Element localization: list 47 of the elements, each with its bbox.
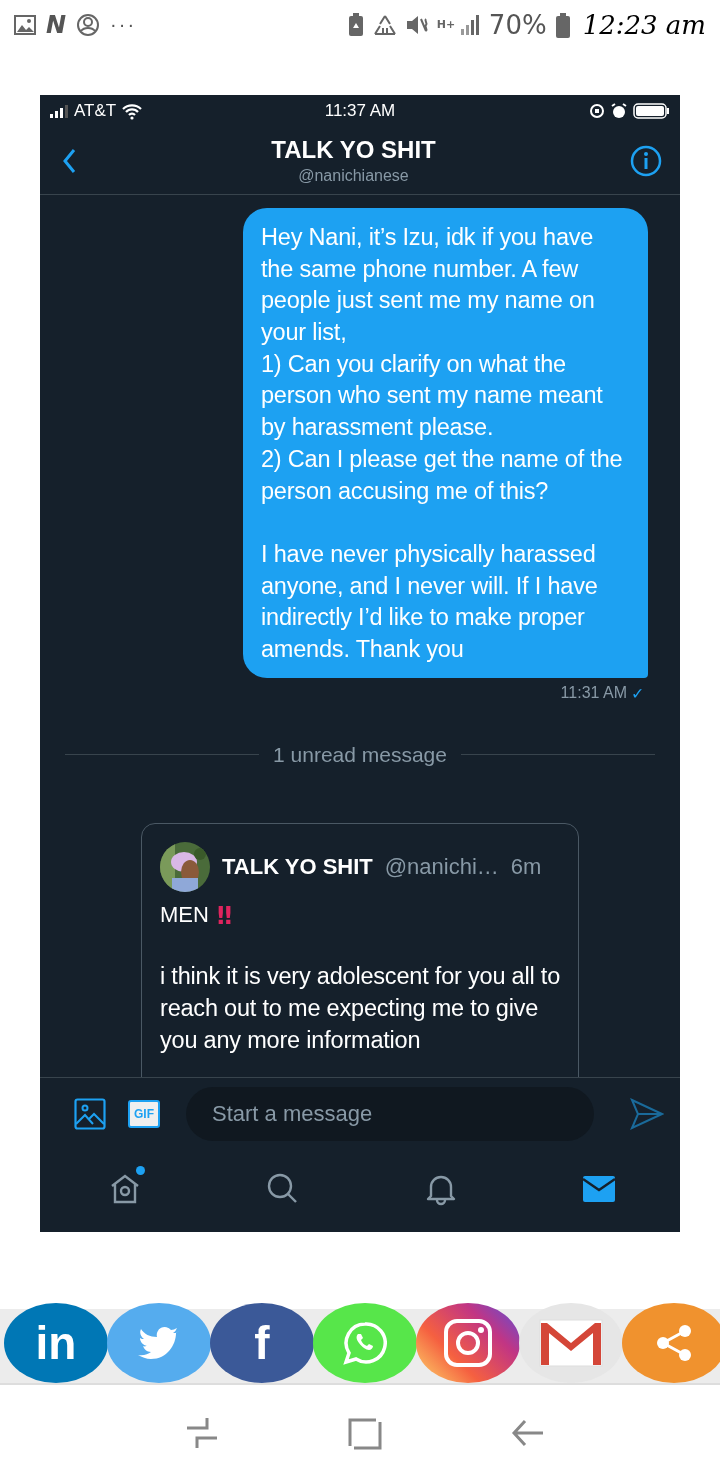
battery-percent: 70% [488, 10, 547, 40]
tweet-author-name: TALK YO SHIT [222, 853, 373, 880]
app-notification-icon: N [46, 11, 67, 39]
tweet-text: i think it is very adolescent for you all to reach out to me expecting me to give you any more information [160, 961, 562, 1055]
back-button[interactable] [62, 147, 77, 174]
send-button[interactable] [630, 1097, 664, 1130]
message-input[interactable]: Start a message [186, 1086, 594, 1141]
signal-icon [50, 104, 68, 118]
alarm-icon [611, 103, 627, 120]
linkedin-share-button[interactable]: in [4, 1303, 108, 1384]
double-exclamation-icon: ‼ [216, 901, 232, 930]
envelope-icon [539, 1319, 603, 1368]
tweet-author-handle: @nanichi… [384, 853, 499, 880]
wifi-icon [122, 102, 143, 120]
mute-icon [404, 13, 429, 37]
back-icon [62, 147, 77, 174]
signal-icon [458, 13, 481, 37]
facebook-share-button[interactable]: f [210, 1303, 314, 1384]
conversation-title: TALK YO SHIT [271, 136, 436, 165]
share-icon [657, 1325, 691, 1362]
tweet-heading: MEN [160, 901, 209, 929]
sent-message-bubble: Hey Nani, it’s Izu, idk if you have the same phone number. A few people just sent me my name on your list, 1) Can you clarify on what the person who sent my name meant by harassment please. 2) Can I please get the name of the person accusing me of this? I have never physically harassed anyone, and I never will. If I have indirectly I’d like to make proper amends. Thank you [243, 207, 648, 678]
recents-icon [184, 1415, 219, 1450]
battery-icon [633, 103, 670, 120]
sent-check-mark: ✓ [631, 683, 644, 703]
image-button[interactable] [74, 1097, 106, 1130]
account-icon [76, 13, 101, 37]
battery-saver-icon [346, 13, 365, 37]
clock: 12:23 am [582, 10, 706, 40]
message-time: 11:31 AM [560, 683, 627, 703]
rotation-lock-icon [589, 103, 605, 120]
tweet-age: 6m [510, 853, 542, 880]
image-icon [74, 1097, 106, 1130]
battery-icon [554, 12, 571, 38]
more-notifications: ··· [110, 13, 137, 37]
info-button[interactable] [630, 144, 662, 177]
unread-divider-label: 1 unread message [273, 742, 447, 767]
camera-icon [444, 1319, 492, 1368]
status-time: 11:37 AM [324, 101, 396, 121]
phone-bubble-icon [343, 1321, 387, 1366]
recents-button[interactable] [184, 1415, 219, 1450]
image-notification-icon [14, 15, 36, 35]
bird-icon [138, 1326, 180, 1361]
send-icon [630, 1097, 664, 1130]
conversation-handle: @nanichianese [298, 167, 409, 186]
carrier-name: AT&T [74, 101, 117, 122]
info-icon [630, 144, 662, 177]
